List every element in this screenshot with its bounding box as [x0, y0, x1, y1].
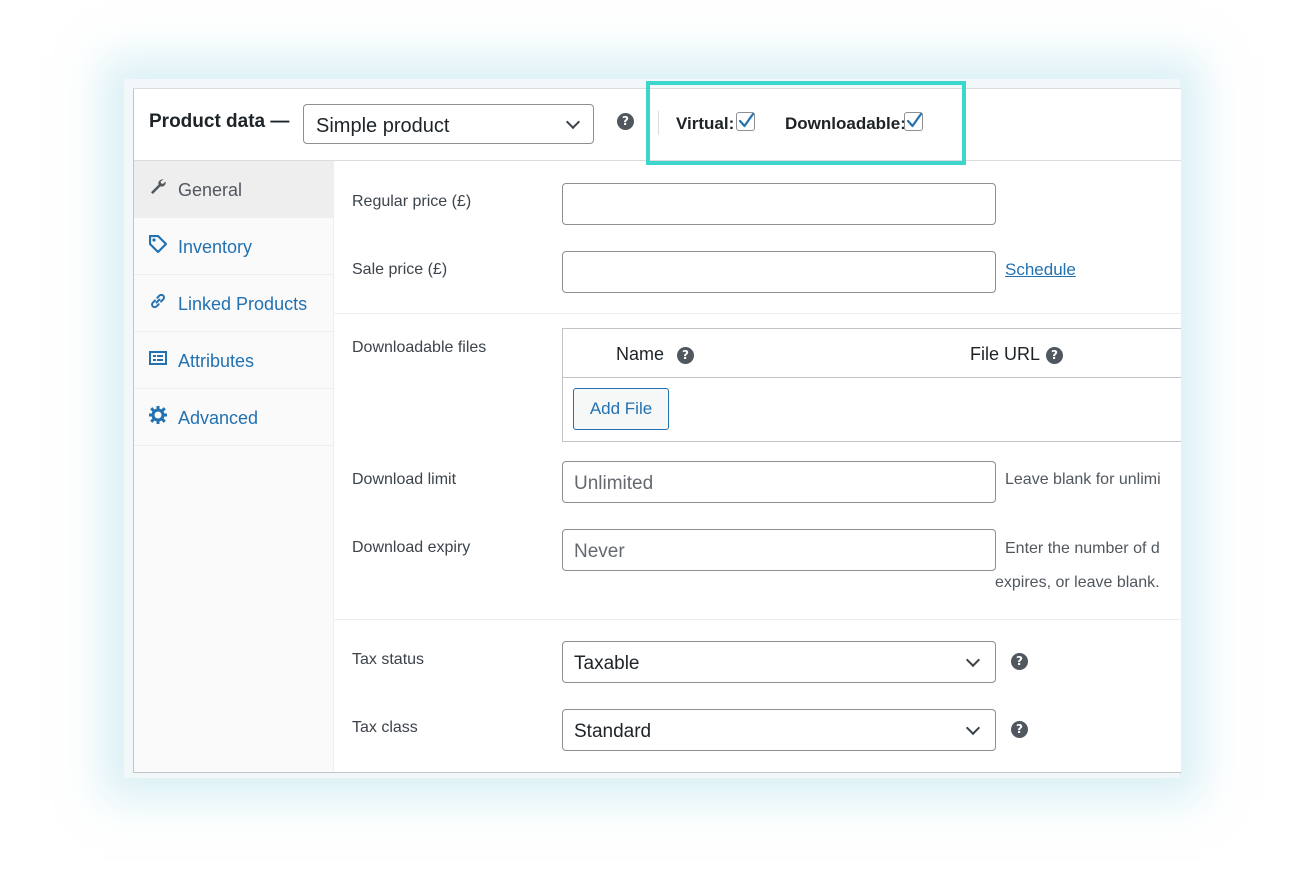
- tab-general[interactable]: General: [134, 161, 333, 218]
- tab-advanced[interactable]: Advanced: [134, 389, 333, 446]
- download-expiry-placeholder: Never: [574, 541, 625, 562]
- general-panel: Regular price (£) Sale price (£) Schedul…: [334, 161, 1181, 772]
- download-limit-placeholder: Unlimited: [574, 473, 654, 494]
- tax-class-label: Tax class: [352, 719, 418, 736]
- files-table-header: Name ? File URL ?: [563, 329, 1181, 378]
- tab-linked-products-label: Linked Products: [178, 294, 308, 314]
- product-type-help-icon[interactable]: ?: [617, 113, 634, 130]
- tax-status-select[interactable]: Taxable: [562, 641, 996, 683]
- tax-status-value: Taxable: [574, 653, 640, 674]
- product-options-highlight: [646, 81, 966, 165]
- add-file-button[interactable]: Add File: [573, 388, 669, 430]
- link-icon: [151, 293, 165, 309]
- download-expiry-input[interactable]: Never: [562, 529, 996, 571]
- regular-price-input[interactable]: [562, 183, 996, 225]
- regular-price-label: Regular price (£): [352, 193, 472, 210]
- tax-status-help-icon[interactable]: ?: [1011, 653, 1028, 670]
- schedule-link[interactable]: Schedule: [1005, 260, 1076, 280]
- wrench-icon: [151, 179, 166, 194]
- list-icon: [149, 351, 167, 365]
- tab-inventory[interactable]: Inventory: [134, 218, 333, 275]
- gear-icon: [149, 406, 167, 424]
- product-data-tabs: General Inventory Linked Products Attrib…: [134, 161, 334, 772]
- sale-price-label: Sale price (£): [352, 261, 448, 278]
- file-name-help-icon[interactable]: ?: [677, 347, 694, 364]
- tax-class-help-icon[interactable]: ?: [1011, 721, 1028, 738]
- chevron-down-icon: [565, 114, 581, 130]
- download-limit-label: Download limit: [352, 471, 457, 488]
- download-expiry-description-line2: expires, or leave blank.: [995, 574, 1160, 591]
- product-type-select[interactable]: Simple product: [303, 104, 594, 144]
- download-expiry-label: Download expiry: [352, 539, 471, 556]
- files-col-url: File URL: [970, 344, 1041, 364]
- tax-status-label: Tax status: [352, 651, 425, 668]
- product-data-panel: Product data — Simple product ? Virtual:…: [133, 88, 1181, 773]
- pricing-divider: [334, 313, 1181, 314]
- tag-icon: [149, 235, 167, 253]
- downloads-divider: [334, 619, 1181, 620]
- sale-price-input[interactable]: [562, 251, 996, 293]
- downloadable-files-label: Downloadable files: [352, 339, 487, 356]
- downloadable-files-table: Name ? File URL ? Add File: [562, 328, 1181, 442]
- tab-attributes[interactable]: Attributes: [134, 332, 333, 389]
- download-limit-description: Leave blank for unlimi: [1005, 471, 1161, 488]
- tax-class-select[interactable]: Standard: [562, 709, 996, 751]
- product-type-value: Simple product: [316, 115, 450, 137]
- download-expiry-description-line1: Enter the number of d: [1005, 540, 1160, 557]
- file-url-help-icon[interactable]: ?: [1046, 347, 1063, 364]
- tab-inventory-label: Inventory: [178, 237, 253, 257]
- tab-linked-products[interactable]: Linked Products: [134, 275, 333, 332]
- chevron-down-icon: [965, 720, 981, 736]
- tab-general-label: General: [178, 180, 243, 200]
- product-data-title: Product data —: [149, 111, 290, 132]
- download-limit-input[interactable]: Unlimited: [562, 461, 996, 503]
- tab-advanced-label: Advanced: [178, 408, 259, 428]
- chevron-down-icon: [965, 652, 981, 668]
- tab-attributes-label: Attributes: [178, 351, 255, 371]
- files-col-name: Name: [616, 344, 665, 364]
- tax-class-value: Standard: [574, 721, 652, 742]
